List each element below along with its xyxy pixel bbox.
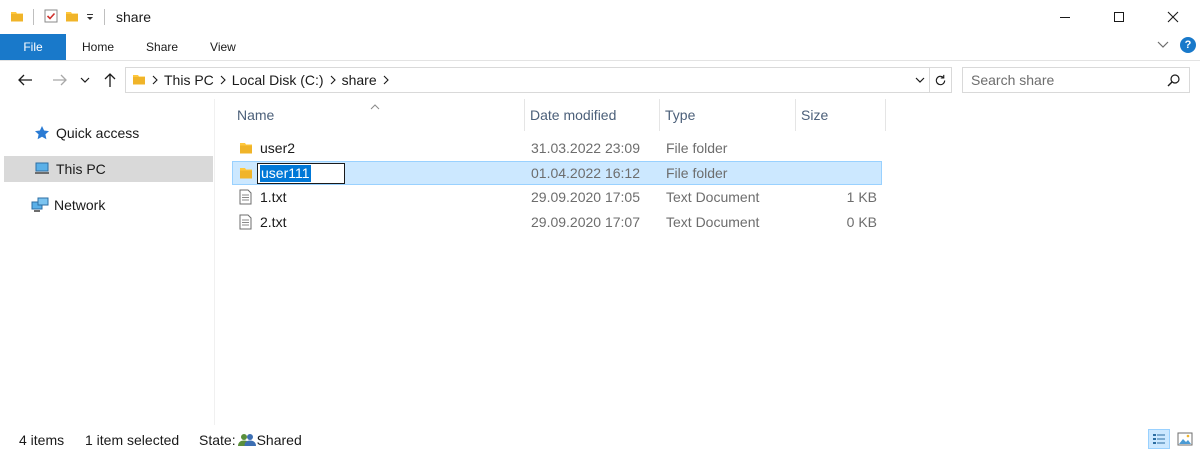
close-button[interactable] — [1146, 0, 1200, 34]
back-button[interactable] — [12, 67, 38, 93]
file-date-modified: 01.04.2022 16:12 — [531, 165, 640, 181]
column-header-size[interactable]: Size — [796, 99, 886, 131]
table-row[interactable]: user2 31.03.2022 23:09 File folder — [232, 137, 882, 161]
nav-item-quick-access[interactable]: Quick access — [4, 120, 213, 146]
close-icon — [1167, 11, 1179, 23]
large-icons-view-icon — [1177, 432, 1193, 446]
search-box[interactable] — [962, 67, 1190, 93]
file-date-modified: 29.09.2020 17:05 — [531, 189, 640, 205]
expand-ribbon-chevron-icon[interactable] — [1156, 38, 1170, 53]
star-icon — [32, 125, 52, 141]
view-toggle — [1148, 429, 1196, 449]
selected-count: 1 item selected — [85, 432, 180, 448]
table-row[interactable]: user111 01.04.2022 16:12 File folder — [232, 161, 882, 185]
file-date-modified: 29.09.2020 17:07 — [531, 214, 640, 230]
folder-icon — [239, 137, 253, 159]
nav-item-label: Quick access — [56, 125, 140, 141]
title-bar: share — [0, 0, 1200, 34]
file-size: 0 KB — [846, 214, 877, 230]
address-history-dropdown[interactable] — [911, 68, 929, 92]
refresh-icon — [935, 74, 946, 85]
column-headers: Name Date modified Type Size — [232, 99, 887, 131]
minimize-button[interactable] — [1038, 0, 1092, 34]
minimize-icon — [1060, 17, 1070, 18]
toolbar-separator — [33, 9, 34, 25]
address-row: This PC Local Disk (C:) share — [0, 61, 1200, 99]
properties-checkmark-icon[interactable] — [43, 8, 59, 27]
new-folder-icon[interactable] — [65, 9, 79, 26]
forward-arrow-icon — [53, 74, 67, 86]
forward-button[interactable] — [47, 67, 73, 93]
file-name: 2.txt — [260, 214, 287, 230]
search-input[interactable] — [971, 72, 1161, 88]
customize-toolbar-dropdown-icon[interactable] — [85, 10, 95, 25]
status-bar: 4 items 1 item selected State: Shared — [0, 425, 1200, 453]
tab-file[interactable]: File — [0, 34, 66, 60]
nav-item-network[interactable]: Network — [4, 192, 213, 218]
file-name: user2 — [260, 140, 296, 156]
computer-icon — [32, 162, 52, 176]
file-name: 1.txt — [260, 189, 287, 205]
table-row[interactable]: 1.txt 29.09.2020 17:05 Text Document 1 K… — [232, 186, 882, 210]
address-bar[interactable]: This PC Local Disk (C:) share — [125, 67, 930, 93]
chevron-right-icon[interactable] — [324, 75, 342, 85]
column-header-type[interactable]: Type — [660, 99, 796, 131]
recent-locations-button[interactable] — [75, 67, 95, 93]
breadcrumb-local-disk[interactable]: Local Disk (C:) — [232, 72, 324, 88]
file-type: Text Document — [666, 214, 760, 230]
ribbon-right-controls: ? — [1156, 37, 1196, 53]
column-header-name[interactable]: Name — [232, 99, 525, 131]
nav-item-this-pc[interactable]: This PC — [4, 156, 213, 182]
folder-icon — [10, 9, 24, 26]
refresh-button[interactable] — [930, 67, 952, 93]
tab-share[interactable]: Share — [130, 34, 194, 60]
chevron-right-icon[interactable] — [146, 75, 164, 85]
file-type: File folder — [666, 165, 728, 181]
chevron-right-icon[interactable] — [377, 75, 395, 85]
tab-home[interactable]: Home — [66, 34, 130, 60]
rename-input[interactable]: user111 — [257, 163, 345, 184]
chevron-down-icon — [80, 77, 90, 83]
window-title: share — [116, 9, 152, 25]
search-icon[interactable] — [1167, 73, 1181, 90]
nav-item-label: This PC — [56, 161, 106, 177]
chevron-down-icon — [915, 77, 925, 83]
file-date-modified: 31.03.2022 23:09 — [531, 140, 640, 156]
file-size: 1 KB — [846, 189, 877, 205]
up-button[interactable] — [97, 67, 123, 93]
file-type: File folder — [666, 140, 728, 156]
ribbon-tabs: File Home Share View ? — [0, 34, 1200, 61]
details-view-icon — [1153, 434, 1165, 444]
column-header-date-modified[interactable]: Date modified — [525, 99, 660, 131]
item-count: 4 items — [19, 432, 65, 448]
up-arrow-icon — [104, 73, 116, 87]
quick-access-toolbar — [10, 8, 108, 27]
state-label: State: — [199, 432, 236, 448]
tab-view[interactable]: View — [194, 34, 252, 60]
rename-selected-text: user111 — [260, 165, 311, 182]
chevron-right-icon[interactable] — [214, 75, 232, 85]
text-file-icon — [239, 186, 252, 208]
share-state: State: Shared — [199, 432, 302, 448]
file-type: Text Document — [666, 189, 760, 205]
breadcrumb-this-pc[interactable]: This PC — [164, 72, 214, 88]
state-value: Shared — [256, 432, 302, 448]
large-icons-view-button[interactable] — [1174, 429, 1196, 449]
window-controls — [1038, 0, 1200, 34]
details-view-button[interactable] — [1148, 429, 1170, 449]
text-file-icon — [239, 211, 252, 233]
nav-item-label: Network — [54, 197, 106, 213]
navigation-pane: Quick access This PC Network — [0, 99, 215, 425]
maximize-button[interactable] — [1092, 0, 1146, 34]
help-icon[interactable]: ? — [1180, 37, 1196, 53]
folder-icon — [239, 162, 253, 184]
back-arrow-icon — [18, 74, 32, 86]
breadcrumb-share[interactable]: share — [342, 72, 377, 88]
shared-users-icon — [237, 433, 256, 447]
toolbar-separator — [104, 9, 105, 25]
maximize-icon — [1114, 12, 1124, 22]
folder-icon — [132, 72, 146, 89]
table-row[interactable]: 2.txt 29.09.2020 17:07 Text Document 0 K… — [232, 211, 882, 235]
network-icon — [30, 197, 50, 213]
